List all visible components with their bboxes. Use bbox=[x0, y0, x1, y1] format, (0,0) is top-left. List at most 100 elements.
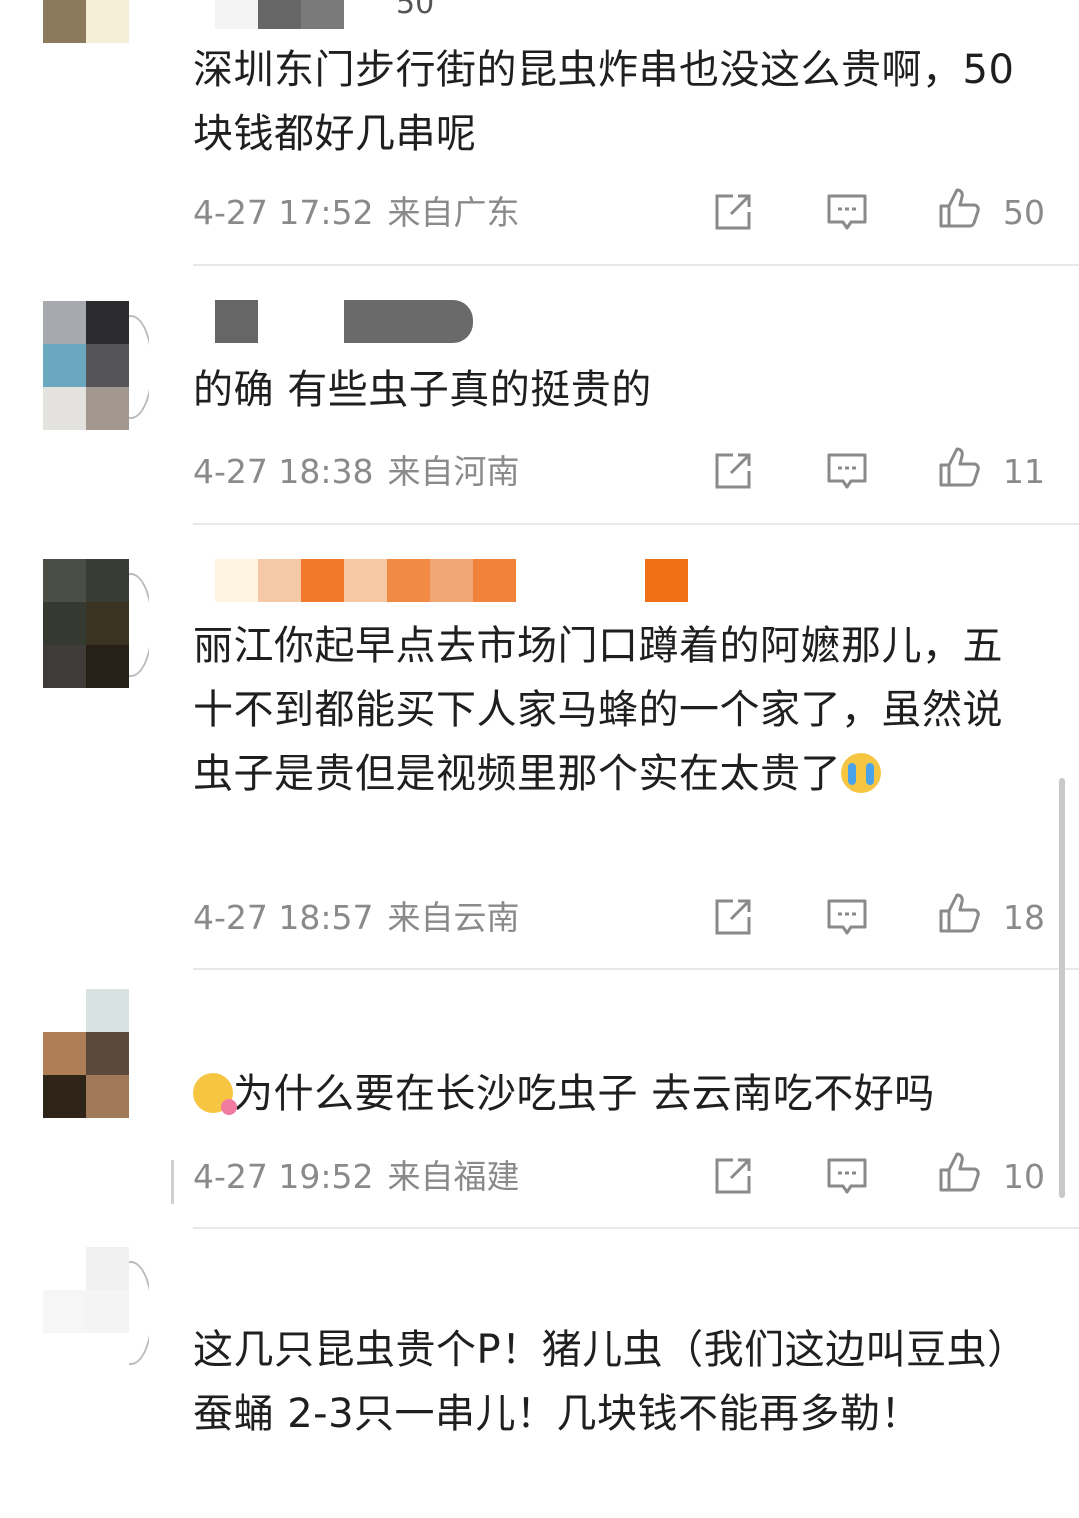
username-cell bbox=[301, 0, 344, 29]
comment-time: 4-27 19:52 bbox=[193, 1157, 374, 1196]
reply-button[interactable] bbox=[825, 1154, 869, 1198]
comment-icon bbox=[827, 194, 867, 230]
username-mosaic[interactable] bbox=[215, 559, 688, 602]
username-mosaic[interactable] bbox=[215, 300, 473, 343]
like-button[interactable] bbox=[937, 1150, 981, 1194]
comment-text-content: 为什么要在长沙吃虫子 去云南吃不好吗 bbox=[233, 1071, 935, 1117]
comment-icon bbox=[827, 1158, 867, 1194]
share-button[interactable] bbox=[711, 449, 755, 493]
avatar-cell bbox=[43, 387, 86, 430]
avatar-cell bbox=[43, 1247, 86, 1290]
share-icon bbox=[715, 453, 751, 489]
thumbs-up-icon bbox=[939, 1152, 980, 1192]
comment-meta: 4-27 17:52 来自广东 bbox=[193, 193, 520, 233]
comment-text: 这几只昆虫贵个P！猪儿虫（我们这边叫豆虫）蚕蛹 2-3只一串儿！几块钱不能再多勒… bbox=[193, 1327, 1028, 1437]
avatar-cell bbox=[43, 344, 86, 387]
scroll-edge bbox=[171, 1160, 174, 1204]
avatar-cell bbox=[86, 387, 129, 430]
avatar-cell bbox=[43, 1290, 86, 1333]
avatar[interactable] bbox=[43, 1247, 129, 1376]
avatar-edge bbox=[129, 559, 149, 688]
avatar-cell bbox=[86, 344, 129, 387]
comment-meta: 4-27 19:52 来自福建 bbox=[193, 1157, 520, 1197]
share-button[interactable] bbox=[711, 190, 755, 234]
thumbs-up-icon bbox=[939, 447, 980, 487]
avatar-edge bbox=[129, 1247, 149, 1376]
avatar-cell bbox=[86, 645, 129, 688]
username-cell bbox=[516, 559, 645, 602]
comment-icon bbox=[827, 899, 867, 935]
comment-location: 来自广东 bbox=[387, 193, 520, 232]
reply-button[interactable] bbox=[825, 895, 869, 939]
comment-text: 的确 有些虫子真的挺贵的 bbox=[193, 367, 652, 413]
crying-face-emoji bbox=[841, 753, 881, 793]
share-icon bbox=[715, 899, 751, 935]
avatar-cell bbox=[43, 989, 86, 1032]
like-count: 11 bbox=[1003, 452, 1045, 491]
avatar-cell bbox=[43, 645, 86, 688]
username-cell bbox=[258, 300, 344, 343]
avatar-edge bbox=[129, 301, 149, 430]
avatar-cell bbox=[43, 301, 86, 344]
avatar[interactable] bbox=[43, 0, 129, 86]
avatar[interactable] bbox=[43, 301, 129, 430]
username-mosaic[interactable] bbox=[215, 0, 344, 29]
comment-text: 深圳东门步行街的昆虫炸串也没这么贵啊，50块钱都好几串呢 bbox=[193, 47, 1015, 157]
avatar-cell bbox=[43, 1075, 86, 1118]
comment-time: 4-27 18:57 bbox=[193, 898, 374, 937]
username-cell bbox=[344, 559, 387, 602]
share-button[interactable] bbox=[711, 1154, 755, 1198]
username-cell bbox=[430, 559, 473, 602]
username-cell bbox=[215, 300, 258, 343]
comment-meta: 4-27 18:57 来自云南 bbox=[193, 898, 520, 938]
like-button[interactable] bbox=[937, 891, 981, 935]
like-button[interactable] bbox=[937, 186, 981, 230]
avatar-cell bbox=[86, 1290, 129, 1333]
share-button[interactable] bbox=[711, 895, 755, 939]
avatar-cell bbox=[43, 559, 86, 602]
avatar-cell bbox=[86, 301, 129, 344]
avatar-cell bbox=[43, 1333, 86, 1376]
username-cell bbox=[645, 559, 688, 602]
avatar-cell bbox=[86, 0, 129, 43]
comment-time: 4-27 17:52 bbox=[193, 193, 374, 232]
username-cell bbox=[215, 559, 258, 602]
comment-text-content: 丽江你起早点去市场门口蹲着的阿嬷那儿，五十不到都能买下人家马蜂的一个家了，虽然说… bbox=[193, 623, 1003, 797]
avatar-cell bbox=[86, 1333, 129, 1376]
avatar-cell bbox=[86, 989, 129, 1032]
avatar-cell bbox=[43, 602, 86, 645]
like-count: 10 bbox=[1003, 1157, 1045, 1196]
divider bbox=[193, 523, 1079, 525]
avatar[interactable] bbox=[43, 989, 129, 1118]
username-cell bbox=[387, 559, 430, 602]
avatar[interactable] bbox=[43, 559, 129, 688]
avatar-cell bbox=[43, 0, 86, 43]
comment-location: 来自福建 bbox=[387, 1157, 520, 1196]
like-button[interactable] bbox=[937, 445, 981, 489]
avatar-cell bbox=[86, 1032, 129, 1075]
comment-location: 来自云南 bbox=[387, 898, 520, 937]
username-fragment: 50 bbox=[396, 0, 435, 21]
reply-button[interactable] bbox=[825, 449, 869, 493]
divider bbox=[193, 1227, 1079, 1229]
like-count: 18 bbox=[1003, 898, 1045, 937]
avatar-cell bbox=[43, 1032, 86, 1075]
thumbs-up-icon bbox=[939, 893, 980, 933]
comment-icon bbox=[827, 453, 867, 489]
divider bbox=[193, 968, 1079, 970]
avatar-cell bbox=[86, 1247, 129, 1290]
username-cell bbox=[344, 300, 473, 343]
avatar-cell bbox=[86, 602, 129, 645]
comment-location: 来自河南 bbox=[387, 452, 520, 491]
comment-time: 4-27 18:38 bbox=[193, 452, 374, 491]
share-icon bbox=[715, 194, 751, 230]
share-icon bbox=[715, 1158, 751, 1194]
username-cell bbox=[215, 0, 258, 29]
comment-meta: 4-27 18:38 来自河南 bbox=[193, 452, 520, 492]
avatar-cell bbox=[86, 559, 129, 602]
comment-text: 为什么要在长沙吃虫子 去云南吃不好吗 bbox=[193, 1062, 1043, 1126]
like-count: 50 bbox=[1003, 193, 1045, 232]
username-cell bbox=[301, 559, 344, 602]
reply-button[interactable] bbox=[825, 190, 869, 234]
scrollbar[interactable] bbox=[1059, 778, 1065, 1198]
